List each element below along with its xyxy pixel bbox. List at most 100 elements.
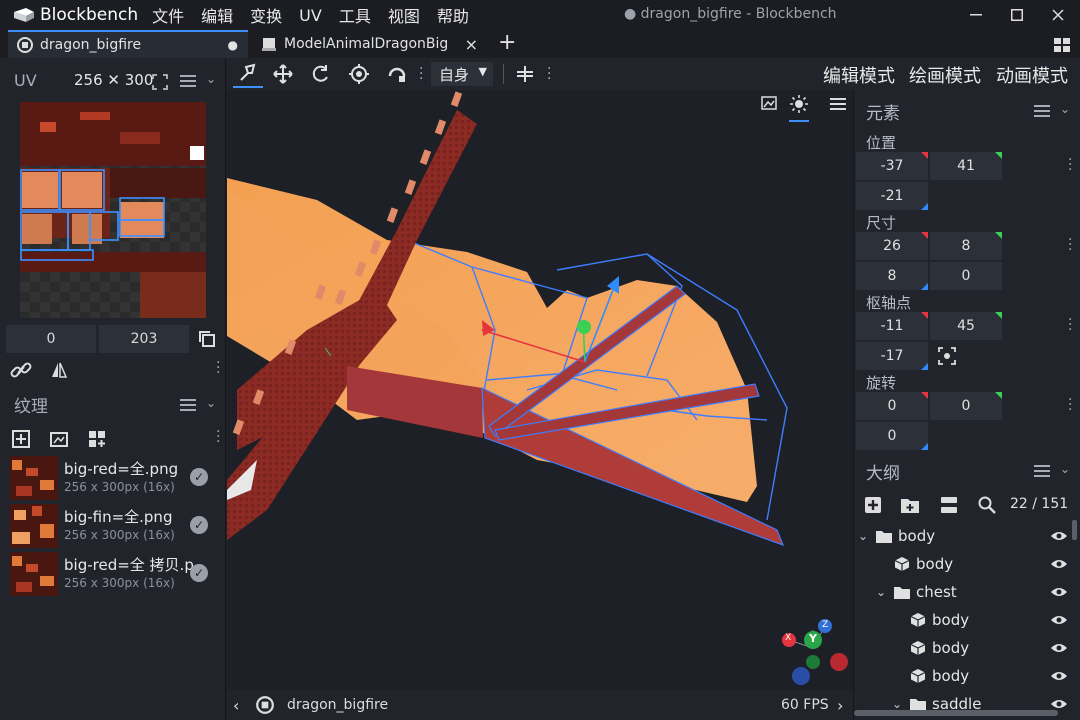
add-tab-button[interactable]: + xyxy=(498,30,516,55)
visibility-eye-icon[interactable] xyxy=(1050,530,1068,546)
menu-tools[interactable]: 工具 xyxy=(339,3,371,27)
check-icon[interactable]: ✓ xyxy=(190,468,208,486)
right-sidebar: 元素 ⌄ 位置 -37 41 -21 · · · 尺寸 26 8 8 0 · · · 枢… xyxy=(853,90,1080,720)
check-icon[interactable]: ✓ xyxy=(190,516,208,534)
import-texture-icon[interactable] xyxy=(50,430,68,452)
more-options-icon[interactable]: · · · xyxy=(216,425,220,449)
texture-atlas-icon[interactable] xyxy=(88,430,106,452)
outliner-scrollbar[interactable] xyxy=(1072,520,1077,540)
3d-viewport[interactable]: X Y Z xyxy=(227,90,853,690)
check-icon[interactable]: ✓ xyxy=(190,564,208,582)
more-options-icon[interactable]: · · · xyxy=(419,62,423,86)
tab-dragon-bigfire[interactable]: dragon_bigfire ● xyxy=(8,30,248,58)
more-options-icon[interactable]: · · · xyxy=(1068,233,1072,257)
size-z-input[interactable]: 8 xyxy=(856,262,928,290)
mode-paint[interactable]: 绘画模式 xyxy=(909,62,981,88)
menu-edit[interactable]: 编辑 xyxy=(201,3,233,27)
outliner-row[interactable]: body xyxy=(854,662,1072,690)
outliner-row[interactable]: ⌄ body xyxy=(854,522,1072,550)
close-icon[interactable] xyxy=(1038,0,1078,30)
visibility-eye-icon[interactable] xyxy=(1050,614,1068,630)
copy-icon[interactable] xyxy=(198,330,216,352)
link-icon[interactable] xyxy=(10,361,32,383)
center-pivot-icon[interactable] xyxy=(938,347,956,369)
chevron-down-icon[interactable]: ⌄ xyxy=(1060,102,1070,116)
texture-item[interactable]: big-fin=全.png 256 x 300px (16x) ✓ xyxy=(0,502,226,550)
more-options-icon[interactable]: · · · xyxy=(547,62,551,86)
move-tool-icon[interactable] xyxy=(233,60,263,88)
inflate-input[interactable]: 0 xyxy=(930,262,1002,290)
rotation-z-input[interactable]: 0 xyxy=(856,422,928,450)
chevron-down-icon[interactable]: ⌄ xyxy=(858,529,868,543)
menu-help[interactable]: 帮助 xyxy=(437,3,469,27)
translate-tool-icon[interactable] xyxy=(271,62,295,86)
axis-gizmo[interactable]: X Y Z xyxy=(775,618,851,688)
outliner-row[interactable]: body xyxy=(854,634,1072,662)
chevron-down-icon[interactable]: ⌄ xyxy=(1060,462,1070,476)
uv-offset-x-input[interactable]: 0 xyxy=(6,325,96,353)
menu-uv[interactable]: UV xyxy=(299,6,322,25)
rotate-tool-icon[interactable] xyxy=(309,62,333,86)
more-options-icon[interactable]: · · · xyxy=(1068,393,1072,417)
menu-icon[interactable] xyxy=(180,399,196,411)
pivot-tool-icon[interactable] xyxy=(347,62,371,86)
size-y-input[interactable]: 8 xyxy=(930,232,1002,260)
menu-file[interactable]: 文件 xyxy=(152,3,184,27)
chevron-right-icon[interactable]: › xyxy=(837,696,843,715)
close-tab-icon[interactable]: × xyxy=(465,35,478,54)
chevron-left-icon[interactable]: ‹ xyxy=(233,696,239,715)
grid-layout-icon[interactable] xyxy=(1054,38,1070,56)
horizontal-scrollbar[interactable] xyxy=(854,710,1058,716)
more-options-icon[interactable]: · · · xyxy=(216,356,220,380)
lighting-icon[interactable] xyxy=(789,94,809,122)
texture-item[interactable]: big-red=全.png 256 x 300px (16x) ✓ xyxy=(0,454,226,502)
outliner-row[interactable]: body xyxy=(854,606,1072,634)
fullscreen-icon[interactable] xyxy=(152,74,168,94)
vertex-snap-icon[interactable] xyxy=(385,62,409,86)
menu-icon[interactable] xyxy=(1034,465,1050,477)
mode-edit[interactable]: 编辑模式 xyxy=(823,62,895,92)
position-y-input[interactable]: 41 xyxy=(930,152,1002,180)
sort-icon[interactable] xyxy=(940,496,958,518)
chevron-down-icon[interactable]: ⌄ xyxy=(892,697,902,711)
transform-space-select[interactable]: 自身 ▼ xyxy=(431,62,493,86)
outliner-row[interactable]: ⌄ chest xyxy=(854,578,1072,606)
menu-icon[interactable] xyxy=(180,75,196,87)
search-icon[interactable] xyxy=(978,496,996,518)
position-x-input[interactable]: -37 xyxy=(856,152,928,180)
tab-modelanimaldragonbig[interactable]: ModelAnimalDragonBig × xyxy=(256,30,486,58)
size-x-input[interactable]: 26 xyxy=(856,232,928,260)
center-snap-icon[interactable] xyxy=(513,62,537,86)
chevron-down-icon[interactable]: ⌄ xyxy=(206,396,216,410)
rotation-y-input[interactable]: 0 xyxy=(930,392,1002,420)
visibility-eye-icon[interactable] xyxy=(1050,670,1068,686)
chevron-down-icon[interactable]: ⌄ xyxy=(206,72,216,86)
texture-item[interactable]: big-red=全 拷贝.p 256 x 300px (16x) ✓ xyxy=(0,550,226,598)
viewport-menu-icon[interactable] xyxy=(830,98,846,110)
visibility-eye-icon[interactable] xyxy=(1050,642,1068,658)
more-options-icon[interactable]: · · · xyxy=(1068,313,1072,337)
minimize-icon[interactable] xyxy=(956,0,996,30)
add-group-icon[interactable] xyxy=(900,496,920,518)
add-texture-icon[interactable] xyxy=(12,430,30,452)
uv-texture-preview[interactable] xyxy=(20,102,206,318)
pivot-y-input[interactable]: 45 xyxy=(930,312,1002,340)
rotation-x-input[interactable]: 0 xyxy=(856,392,928,420)
uv-offset-y-input[interactable]: 203 xyxy=(99,325,189,353)
visibility-eye-icon[interactable] xyxy=(1050,586,1068,602)
chevron-down-icon[interactable]: ⌄ xyxy=(876,585,886,599)
menu-transform[interactable]: 变换 xyxy=(250,3,282,27)
mode-animate[interactable]: 动画模式 xyxy=(996,62,1068,88)
mirror-icon[interactable] xyxy=(50,361,68,383)
more-options-icon[interactable]: · · · xyxy=(1068,153,1072,177)
pivot-z-input[interactable]: -17 xyxy=(856,342,928,370)
maximize-icon[interactable] xyxy=(997,0,1037,30)
menu-icon[interactable] xyxy=(1034,105,1050,117)
pivot-x-input[interactable]: -11 xyxy=(856,312,928,340)
add-cube-icon[interactable] xyxy=(864,496,882,518)
menu-view[interactable]: 视图 xyxy=(388,3,420,27)
visibility-eye-icon[interactable] xyxy=(1050,558,1068,574)
image-view-icon[interactable] xyxy=(761,96,777,114)
outliner-row[interactable]: body xyxy=(854,550,1072,578)
position-z-input[interactable]: -21 xyxy=(856,182,928,210)
